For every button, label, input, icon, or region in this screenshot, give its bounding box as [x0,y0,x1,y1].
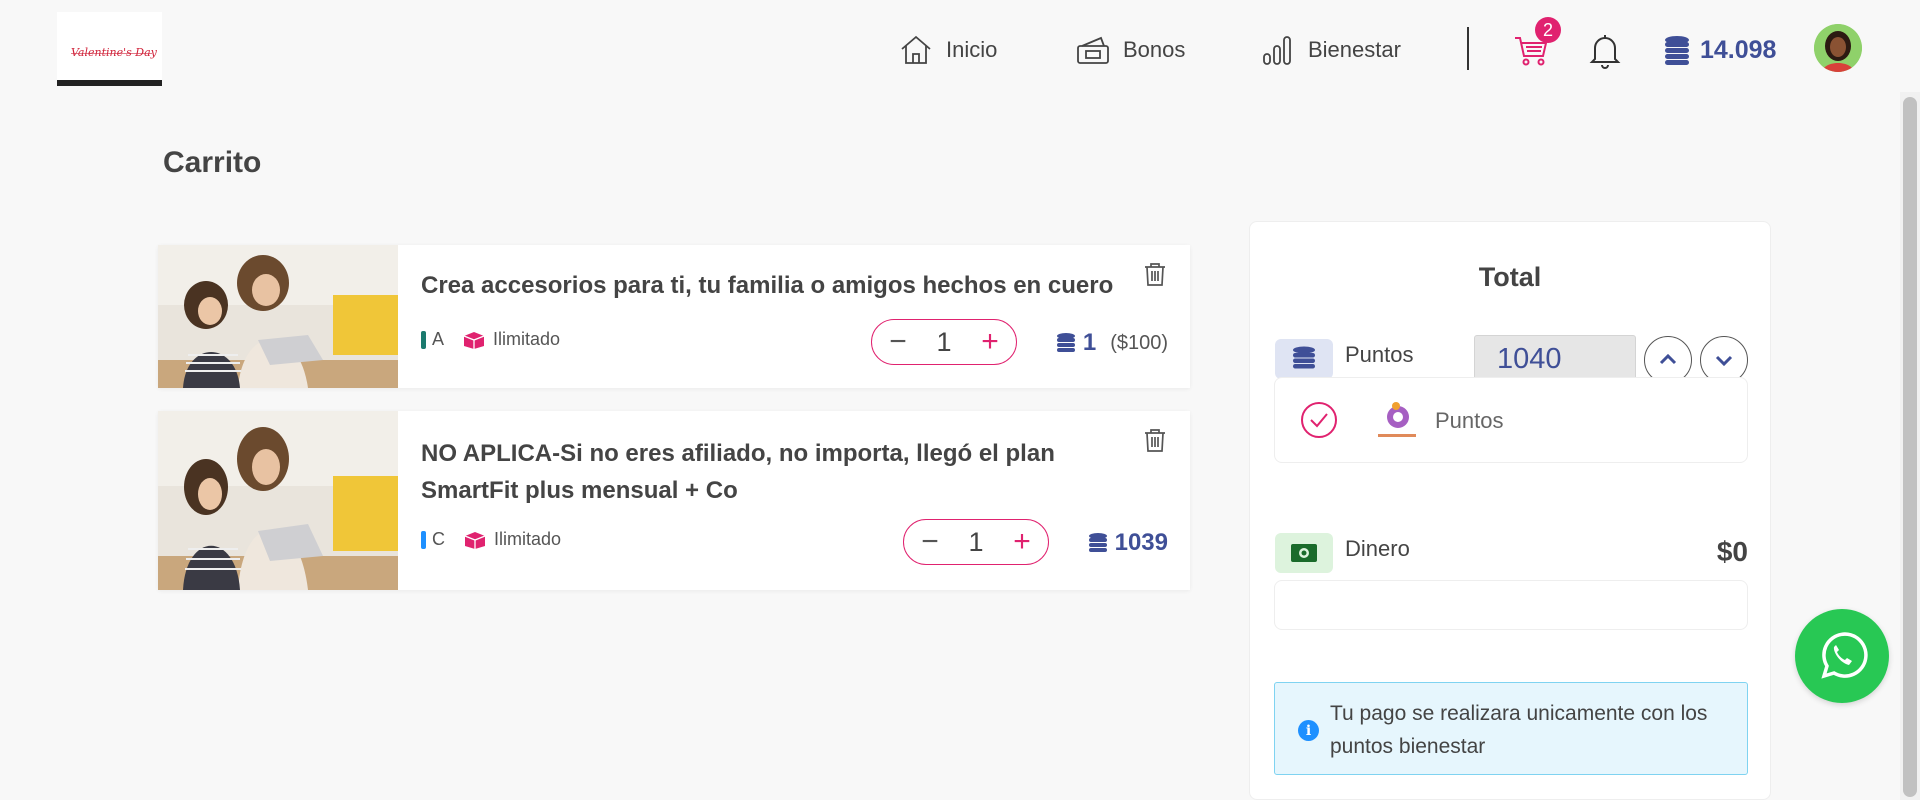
product-photo [158,411,398,590]
page-title: Carrito [163,146,262,179]
item-meta: A Ilimitado [421,329,560,350]
item-price: 1039 [1087,529,1168,557]
nav-bienestar[interactable]: Bienestar [1260,30,1401,70]
money-label: Dinero [1345,536,1410,561]
order-summary: Total Puntos Puntos Dinero $0 i Tu pago … [1249,221,1771,800]
category-marker [421,330,426,349]
quantity-value: 1 [968,526,984,557]
nav-bonos-label: Bonos [1123,37,1186,62]
notifications-button[interactable] [1585,30,1625,70]
delete-item-button[interactable] [1142,427,1168,453]
quantity-value: 1 [936,326,952,357]
nav-bonos[interactable]: Bonos [1075,30,1185,70]
points-input[interactable] [1474,335,1636,383]
info-icon: i [1298,720,1319,741]
coins-icon [1665,36,1689,65]
chevron-up-icon [1659,353,1677,365]
delete-item-button[interactable] [1142,261,1168,287]
stock-label: Ilimitado [493,329,561,349]
nav-inicio-label: Inicio [946,37,998,62]
coins-icon [1056,333,1075,352]
increase-quantity-button[interactable]: + [978,327,1002,357]
category-tag: C [421,529,445,550]
summary-title: Total [1478,262,1542,292]
increase-quantity-button[interactable]: + [1010,527,1034,557]
box-icon [464,531,486,549]
trash-icon [1145,429,1165,452]
item-price: 1 ($100) [1055,329,1168,357]
stock-label: Ilimitado [494,529,562,549]
payment-method-label: Puntos [1435,408,1504,433]
avatar-image [1814,24,1862,72]
chevron-down-icon [1715,355,1733,367]
cart-item: NO APLICA-Si no eres afiliado, no import… [158,411,1190,590]
product-photo [158,245,398,388]
nav-bienestar-label: Bienestar [1308,37,1401,62]
home-icon [901,35,931,64]
decrease-quantity-button[interactable]: − [918,527,942,557]
ticket-icon [1077,36,1109,64]
stock-tag: Ilimitado [462,329,560,350]
bar-chart-icon [1263,36,1291,65]
coins-icon [1293,346,1315,369]
quantity-stepper: − 1 + [871,319,1017,365]
decrease-quantity-button[interactable]: − [886,327,910,357]
item-money: ($100) [1110,331,1168,354]
payment-info-text: Tu pago se realizara unicamente con los … [1330,702,1708,758]
category-marker [421,530,426,549]
whatsapp-button[interactable] [1795,609,1889,703]
quantity-stepper: − 1 + [903,519,1049,565]
user-avatar[interactable] [1814,24,1862,72]
product-image[interactable] [158,245,398,388]
stock-tag: Ilimitado [463,529,561,550]
bell-icon [1589,35,1621,69]
item-points: 1039 [1114,529,1168,556]
item-meta: C Ilimitado [421,529,561,550]
money-field[interactable] [1274,580,1748,630]
top-header: Valentine's Day Inicio Bonos Bienestar 2 [0,0,1920,100]
wellness-brand-icon [1378,402,1416,437]
payment-method-option[interactable]: Puntos [1274,377,1748,463]
money-value: $0 [1716,536,1748,567]
money-row-icon [1275,533,1333,573]
category-label: A [432,329,445,349]
cash-icon [1291,544,1317,562]
box-icon [463,331,485,349]
trash-icon [1145,263,1165,286]
category-label: C [432,529,445,549]
points-label: Puntos [1345,342,1414,367]
item-points: 1 [1082,329,1097,356]
item-title: Crea accesorios para ti, tu familia o am… [421,272,1114,299]
scrollbar-thumb[interactable] [1903,97,1917,797]
nav-inicio[interactable]: Inicio [898,30,997,70]
points-balance-value: 14.098 [1700,35,1777,64]
page-scrollbar[interactable] [1900,92,1920,800]
brand-logo[interactable]: Valentine's Day [57,12,162,86]
cart-item: Crea accesorios para ti, tu familia o am… [158,245,1190,388]
coins-icon [1088,533,1107,552]
check-circle-icon [1301,402,1337,438]
item-title: NO APLICA-Si no eres afiliado, no import… [421,440,1055,504]
points-row-icon [1275,339,1333,379]
category-tag: A [421,329,444,350]
nav-divider [1467,27,1469,70]
payment-info-alert: i Tu pago se realizara unicamente con lo… [1274,682,1748,775]
logo-text: Valentine's Day [71,46,157,59]
product-image[interactable] [158,411,398,590]
cart-count-badge: 2 [1535,17,1561,43]
whatsapp-icon [1821,632,1868,679]
points-balance[interactable]: 14.098 [1662,30,1776,70]
